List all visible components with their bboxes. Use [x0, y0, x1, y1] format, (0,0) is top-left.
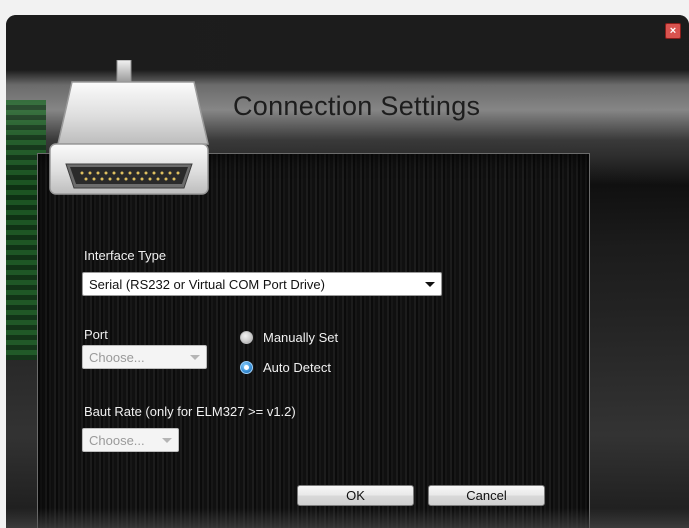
radio-auto-detect[interactable]: Auto Detect [240, 360, 331, 375]
port-value: Choose... [89, 350, 145, 365]
radio-label-manually-set: Manually Set [263, 330, 339, 345]
connection-settings-window: × Connection Settings Interface Type Ser… [6, 15, 689, 528]
radio-label-auto-detect: Auto Detect [263, 360, 331, 375]
window-title: Connection Settings [233, 91, 481, 121]
close-icon: × [669, 25, 677, 37]
serial-connector-icon [49, 60, 209, 195]
port-select[interactable]: Choose... [82, 345, 207, 369]
bottom-fade [6, 508, 689, 528]
interface-type-label: Interface Type [84, 248, 167, 263]
baud-rate-select[interactable]: Choose... [82, 428, 179, 452]
chevron-down-icon [190, 355, 200, 360]
radio-indicator [240, 331, 253, 344]
radio-manually-set[interactable]: Manually Set [240, 330, 338, 345]
cancel-button[interactable]: Cancel [428, 485, 545, 506]
radio-indicator-checked [240, 361, 253, 374]
baud-rate-label: Baut Rate (only for ELM327 >= v1.2) [84, 404, 296, 419]
ok-button[interactable]: OK [297, 485, 414, 506]
baud-rate-value: Choose... [89, 433, 145, 448]
port-label: Port [84, 327, 108, 342]
close-button[interactable]: × [665, 23, 681, 39]
interface-type-value: Serial (RS232 or Virtual COM Port Drive) [89, 277, 325, 292]
interface-type-select[interactable]: Serial (RS232 or Virtual COM Port Drive) [82, 272, 442, 296]
chevron-down-icon [162, 438, 172, 443]
chevron-down-icon [425, 282, 435, 287]
